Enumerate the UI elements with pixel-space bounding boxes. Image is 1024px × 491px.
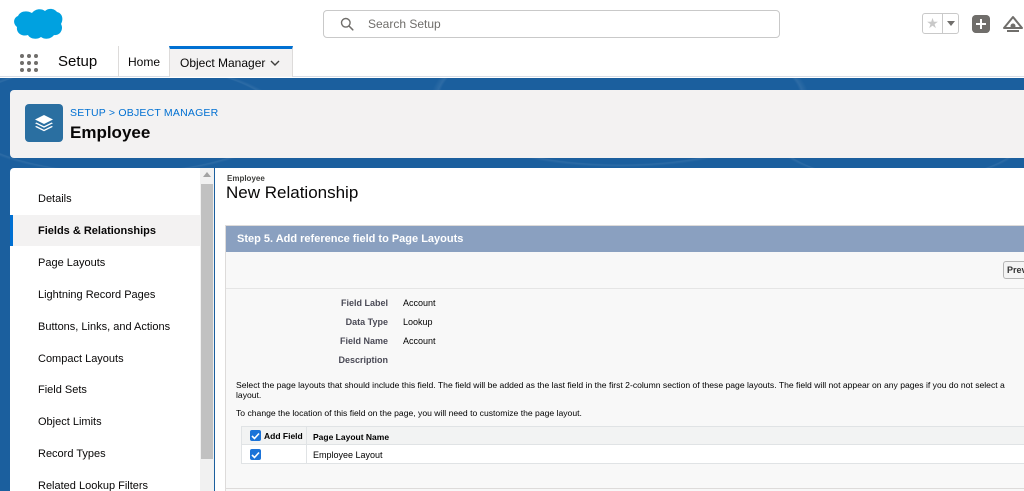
add-field-header: Add Field — [264, 431, 303, 441]
app-launcher-icon[interactable] — [20, 54, 38, 72]
search-icon — [340, 17, 354, 31]
sidebar: Details Fields & Relationships Page Layo… — [10, 168, 200, 491]
breadcrumb[interactable]: SETUP > OBJECT MANAGER — [70, 107, 218, 119]
tab-object-manager-label: Object Manager — [180, 56, 266, 70]
instruction-text-2: To change the location of this field on … — [236, 408, 582, 418]
field-label-value: Account — [403, 298, 436, 308]
object-header: SETUP > OBJECT MANAGER Employee — [10, 90, 1024, 158]
object-layers-icon — [25, 104, 63, 142]
description-label: Description — [338, 355, 388, 365]
page-layout-name-header: Page Layout Name — [313, 432, 390, 442]
step-header: Step 5. Add reference field to Page Layo… — [226, 226, 1024, 252]
field-row-field-name: Field Name Account — [226, 336, 826, 350]
step-toolbar: Previous — [226, 252, 1024, 289]
main-content: Employee New Relationship Step 5. Add re… — [215, 168, 1024, 491]
field-row-data-type: Data Type Lookup — [226, 317, 826, 331]
sidebar-item-object-limits[interactable]: Object Limits — [10, 406, 200, 437]
layout-table-header: Add Field Page Layout Name — [241, 426, 1024, 446]
sidebar-scrollbar[interactable] — [200, 168, 214, 491]
column-divider — [306, 427, 307, 446]
plus-icon[interactable] — [972, 15, 990, 33]
caret-down-icon[interactable] — [943, 14, 958, 33]
nav-bar: Setup Home Object Manager — [0, 46, 1024, 77]
field-name-label: Field Name — [339, 336, 388, 346]
search-box[interactable] — [323, 10, 780, 38]
field-row-label: Field Label Account — [226, 298, 826, 312]
trailhead-icon[interactable] — [1002, 14, 1024, 34]
previous-button[interactable]: Previous — [1003, 261, 1024, 279]
tab-object-manager[interactable]: Object Manager — [169, 46, 293, 77]
page-layout-name: Employee Layout — [313, 450, 383, 460]
header-checkbox[interactable] — [250, 430, 261, 441]
sidebar-item-compact-layouts[interactable]: Compact Layouts — [10, 343, 200, 374]
sidebar-item-buttons-links-actions[interactable]: Buttons, Links, and Actions — [10, 311, 200, 342]
scroll-up-arrow-icon[interactable] — [203, 172, 211, 177]
salesforce-cloud-logo[interactable] — [10, 7, 64, 41]
favorites-group[interactable]: ★ — [922, 13, 959, 34]
scrollbar-thumb[interactable] — [201, 184, 213, 459]
column-divider — [306, 445, 307, 464]
field-row-description: Description — [226, 355, 826, 369]
global-header: ★ — [0, 0, 1024, 46]
field-label-label: Field Label — [340, 298, 388, 308]
sidebar-item-page-layouts[interactable]: Page Layouts — [10, 247, 200, 278]
sidebar-item-fields-relationships[interactable]: Fields & Relationships — [10, 215, 200, 246]
row-checkbox[interactable] — [250, 449, 261, 460]
sidebar-item-field-sets[interactable]: Field Sets — [10, 374, 200, 405]
table-row: Employee Layout — [241, 445, 1024, 464]
main-title: New Relationship — [226, 183, 359, 202]
sidebar-item-record-types[interactable]: Record Types — [10, 438, 200, 469]
data-type-value: Lookup — [403, 317, 433, 327]
tab-home[interactable]: Home — [119, 46, 169, 77]
panel-divider — [225, 488, 1024, 489]
data-type-label: Data Type — [345, 317, 388, 327]
star-icon[interactable]: ★ — [923, 14, 943, 33]
app-name: Setup — [58, 53, 98, 70]
page-title: Employee — [70, 123, 151, 142]
instruction-text: Select the page layouts that should incl… — [236, 380, 1005, 400]
chevron-down-icon[interactable] — [270, 59, 280, 67]
search-input[interactable] — [368, 14, 768, 34]
sidebar-item-details[interactable]: Details — [10, 183, 200, 214]
object-eyebrow: Employee — [227, 174, 265, 183]
sidebar-item-related-lookup-filters[interactable]: Related Lookup Filters — [10, 470, 200, 491]
sidebar-item-lightning-record-pages[interactable]: Lightning Record Pages — [10, 279, 200, 310]
field-name-value: Account — [403, 336, 436, 346]
